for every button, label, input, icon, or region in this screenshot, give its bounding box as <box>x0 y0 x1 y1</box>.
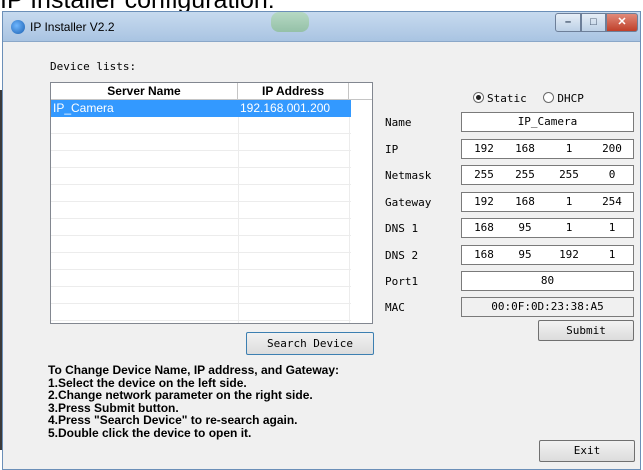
mac-label: MAC <box>385 301 405 314</box>
empty-row <box>51 270 351 287</box>
ip-octet-3[interactable]: 1 <box>549 140 589 158</box>
device-lists-label: Device lists: <box>50 60 137 73</box>
ip-label: IP <box>385 143 399 156</box>
window-title: IP Installer V2.2 <box>30 20 115 34</box>
empty-row <box>51 253 351 270</box>
column-header-server-name[interactable]: Server Name <box>51 83 238 100</box>
ip-octet-2[interactable]: 168 <box>505 140 545 158</box>
column-header-ip-address[interactable]: IP Address <box>238 83 349 100</box>
empty-row <box>51 134 351 151</box>
empty-row <box>51 151 351 168</box>
dhcp-radio-label: DHCP <box>557 92 584 105</box>
dns1-label: DNS 1 <box>385 222 419 235</box>
port1-value: 80 <box>540 274 555 287</box>
ip-mode-radio-group: Static DHCP <box>473 92 594 105</box>
name-field[interactable]: IP_Camera <box>461 112 634 132</box>
app-icon <box>11 20 25 34</box>
port1-field[interactable]: 80 <box>461 271 634 291</box>
submit-button[interactable]: Submit <box>538 320 634 341</box>
gateway-label: Gateway <box>385 196 432 209</box>
close-icon: ✕ <box>617 16 627 28</box>
dns2-field[interactable]: 168 95 192 1 <box>461 245 634 265</box>
minimize-button[interactable]: – <box>555 13 581 32</box>
dns1-octet-2[interactable]: 95 <box>505 219 545 237</box>
gateway-field[interactable]: 192 168 1 254 <box>461 192 634 212</box>
dns2-octet-3[interactable]: 192 <box>549 246 589 264</box>
mac-field: 00:0F:0D:23:38:A5 <box>461 297 634 317</box>
netmask-octet-4[interactable]: 0 <box>592 166 632 184</box>
radio-selected-icon <box>473 92 484 103</box>
dns1-field[interactable]: 168 95 1 1 <box>461 218 634 238</box>
dns2-octet-4[interactable]: 1 <box>592 246 632 264</box>
empty-row <box>51 236 351 253</box>
mac-value: 00:0F:0D:23:38:A5 <box>491 300 604 313</box>
close-button[interactable]: ✕ <box>606 13 638 32</box>
static-radio[interactable]: Static <box>473 92 527 105</box>
instruction-line: 2.Change network parameter on the right … <box>48 388 313 402</box>
title-bar[interactable]: IP Installer V2.2 – □ ✕ <box>3 12 640 42</box>
column-header-filler <box>349 83 372 100</box>
instruction-line: 5.Double click the device to open it. <box>48 425 252 440</box>
dns1-octet-4[interactable]: 1 <box>592 219 632 237</box>
netmask-label: Netmask <box>385 169 432 182</box>
ip-field[interactable]: 192 168 1 200 <box>461 139 634 159</box>
netmask-octet-1[interactable]: 255 <box>464 166 504 184</box>
background-window-tab <box>271 12 309 32</box>
port1-label: Port1 <box>385 275 419 288</box>
empty-row <box>51 185 351 202</box>
instruction-line: 4.Press "Search Device" to re-search aga… <box>48 413 298 427</box>
instruction-heading: To Change Device Name, IP address, and G… <box>48 363 339 377</box>
device-row[interactable]: IP_Camera 192.168.001.200 <box>51 100 351 117</box>
dns1-octet-3[interactable]: 1 <box>549 219 589 237</box>
netmask-field[interactable]: 255 255 255 0 <box>461 165 634 185</box>
dns2-octet-2[interactable]: 95 <box>505 246 545 264</box>
empty-row <box>51 304 351 321</box>
column-divider <box>349 117 350 323</box>
empty-row <box>51 219 351 236</box>
gateway-octet-4[interactable]: 254 <box>592 193 632 211</box>
dhcp-radio[interactable]: DHCP <box>543 92 584 105</box>
ip-octet-4[interactable]: 200 <box>592 140 632 158</box>
name-label: Name <box>385 116 412 129</box>
gateway-octet-3[interactable]: 1 <box>549 193 589 211</box>
empty-row <box>51 202 351 219</box>
radio-unselected-icon <box>543 92 555 103</box>
gateway-octet-2[interactable]: 168 <box>505 193 545 211</box>
netmask-octet-2[interactable]: 255 <box>505 166 545 184</box>
device-row-ip: 192.168.001.200 <box>240 101 331 115</box>
search-device-button[interactable]: Search Device <box>246 332 374 355</box>
ip-octet-1[interactable]: 192 <box>464 140 504 158</box>
maximize-button[interactable]: □ <box>581 13 606 32</box>
dns2-octet-1[interactable]: 168 <box>464 246 504 264</box>
instructions: To Change Device Name, IP address, and G… <box>48 364 339 439</box>
empty-row <box>51 168 351 185</box>
column-divider <box>238 117 239 323</box>
gateway-octet-1[interactable]: 192 <box>464 193 504 211</box>
name-value: IP_Camera <box>517 115 578 128</box>
netmask-octet-3[interactable]: 255 <box>549 166 589 184</box>
device-list[interactable]: Server Name IP Address IP_Camera 192.168… <box>50 82 373 324</box>
maximize-icon: □ <box>590 16 597 28</box>
empty-row <box>51 117 351 134</box>
ip-installer-window: IP Installer V2.2 – □ ✕ Device lists: Se… <box>2 11 641 470</box>
exit-button[interactable]: Exit <box>539 440 635 462</box>
dns2-label: DNS 2 <box>385 249 419 262</box>
device-row-name: IP_Camera <box>51 100 238 117</box>
static-radio-label: Static <box>487 92 527 105</box>
empty-row <box>51 287 351 304</box>
minimize-icon: – <box>564 16 572 28</box>
dns1-octet-1[interactable]: 168 <box>464 219 504 237</box>
